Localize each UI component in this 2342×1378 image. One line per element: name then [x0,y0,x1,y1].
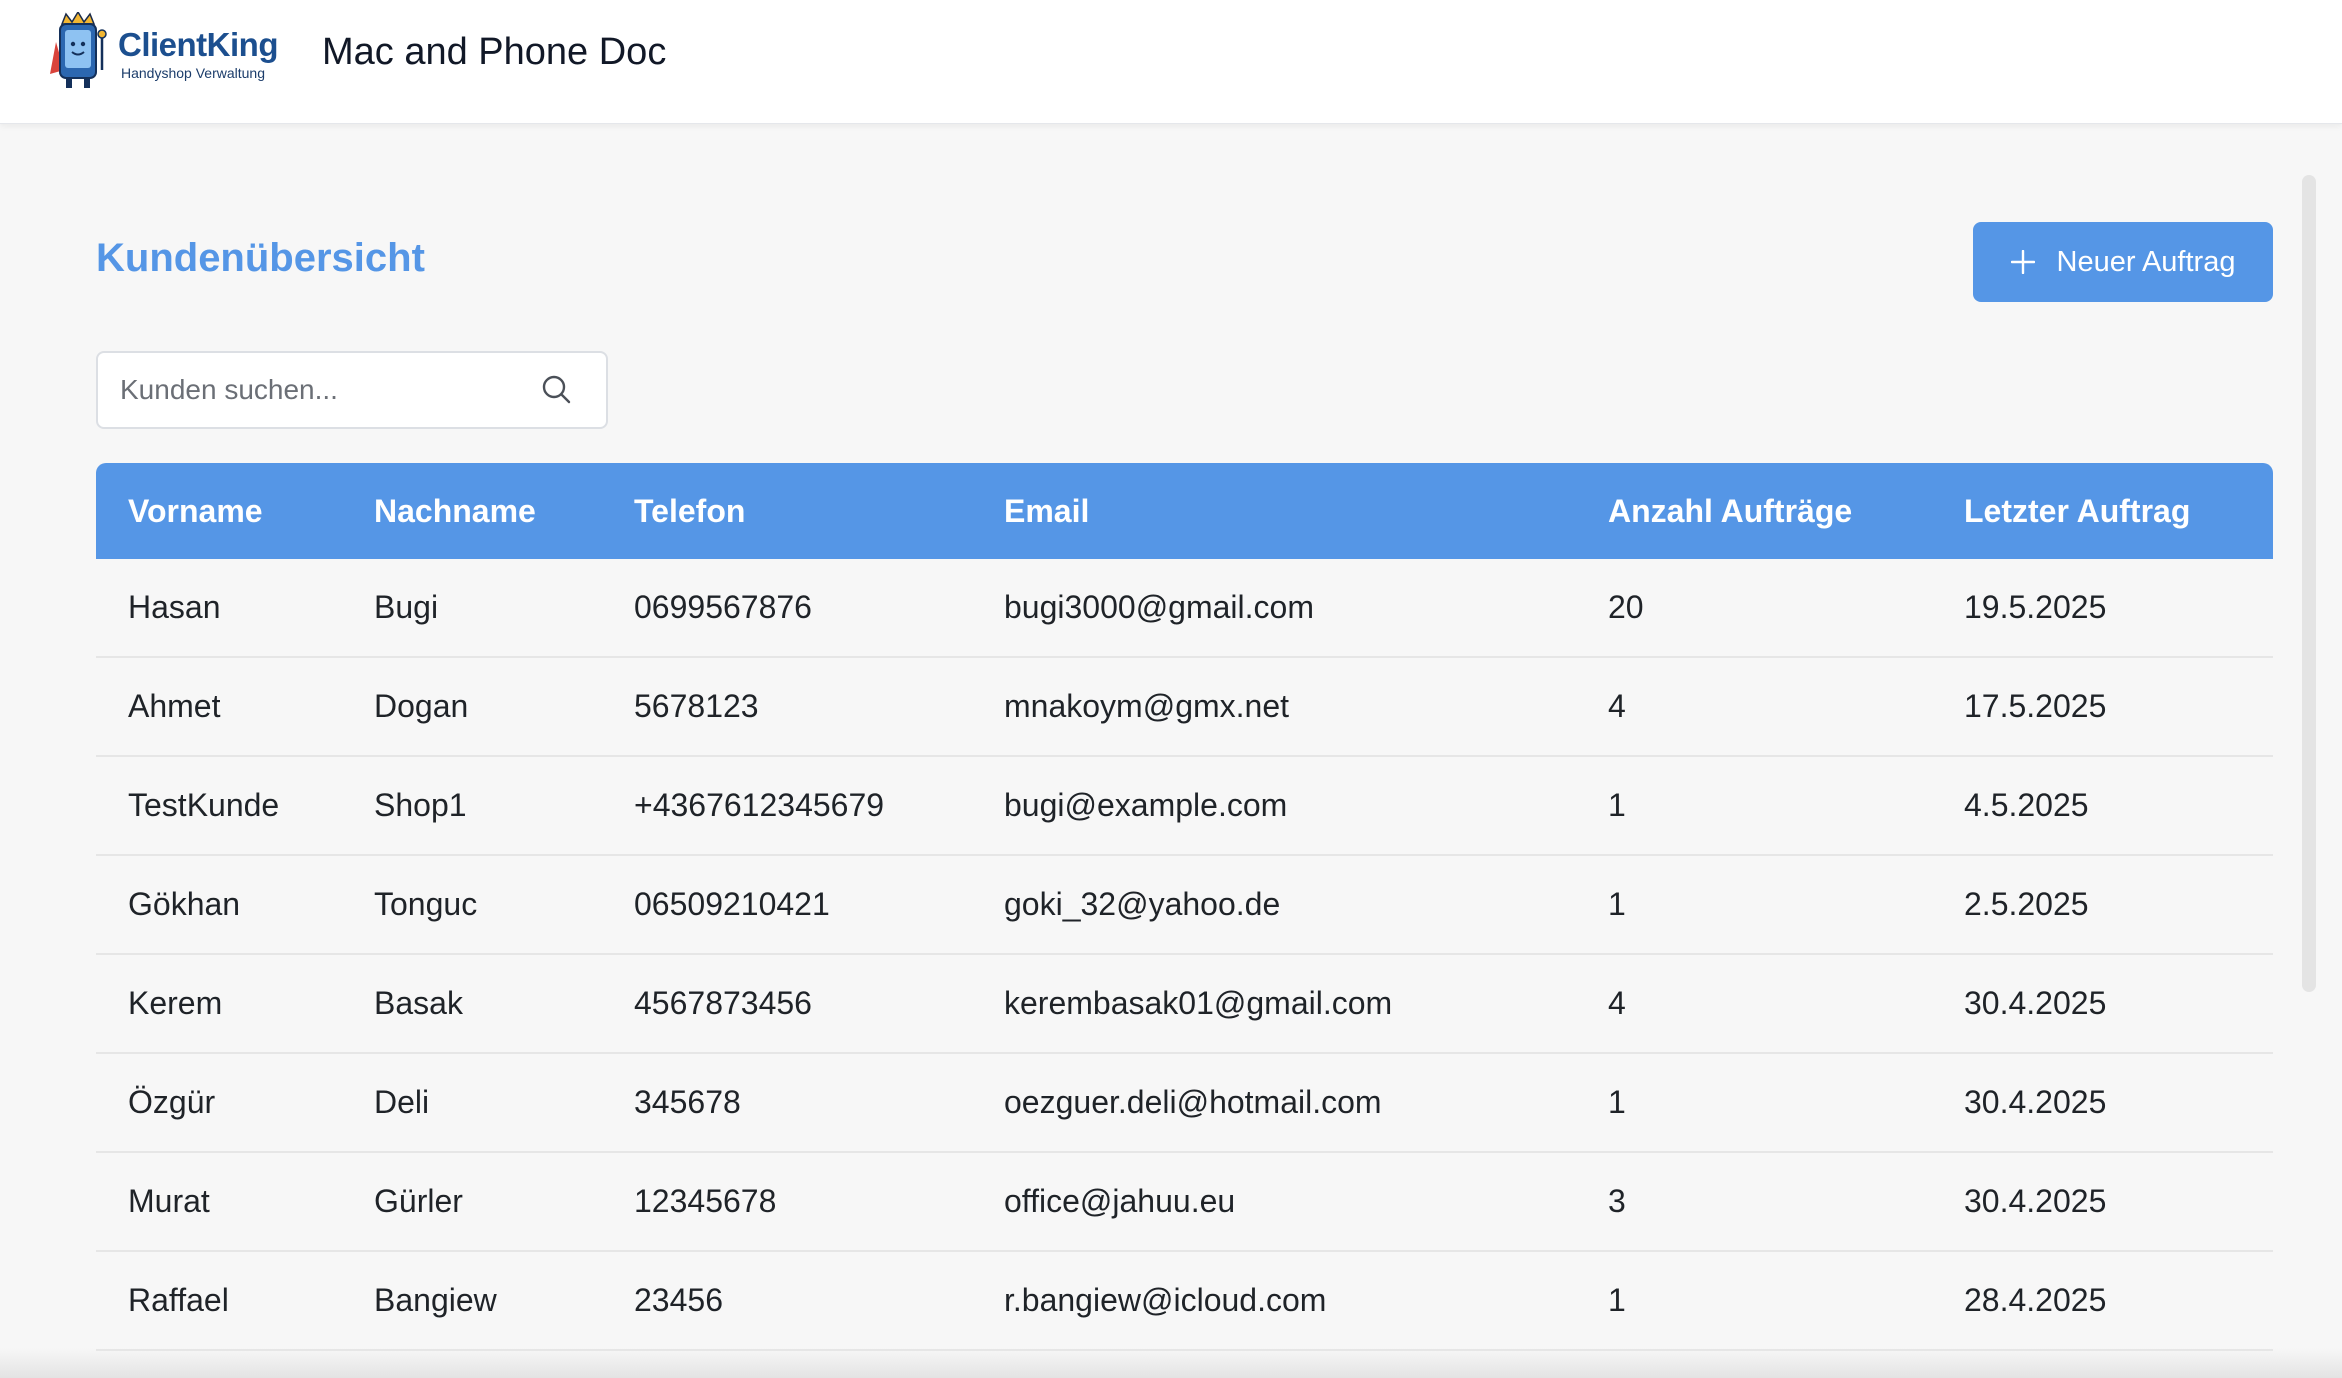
new-order-label: Neuer Auftrag [2056,245,2236,278]
cell-nachname: Basak [342,954,602,1054]
crowned-phone-mascot-icon [50,12,107,88]
cell-letzter-auftrag: 4.5.2025 [1932,756,2273,856]
cell-letzter-auftrag: 30.4.2025 [1932,1053,2273,1153]
table-row[interactable]: Özgür Deli 345678 oezguer.deli@hotmail.c… [96,1053,2273,1153]
column-header-anzahl-auftraege[interactable]: Anzahl Aufträge [1576,463,1932,559]
column-header-email[interactable]: Email [972,463,1576,559]
cell-telefon: 345678 [602,1053,972,1153]
cell-anzahl-auftraege: 3 [1576,1152,1932,1252]
customer-search[interactable] [96,351,608,429]
cell-anzahl-auftraege: 1 [1576,1251,1932,1351]
cell-nachname: Bangiew [342,1251,602,1351]
column-header-letzter-auftrag[interactable]: Letzter Auftrag [1932,463,2273,559]
table-row[interactable]: Gökhan Tonguc 06509210421 goki_32@yahoo.… [96,855,2273,955]
cell-vorname: Ahmet [96,657,342,757]
cell-email: bugi3000@gmail.com [972,559,1576,658]
cell-letzter-auftrag: 19.5.2025 [1932,559,2273,658]
top-header: ClientKing Handyshop Verwaltung Mac and … [0,0,2342,124]
cell-vorname: Gökhan [96,855,342,955]
cell-vorname: Kerem [96,954,342,1054]
cell-anzahl-auftraege: 20 [1576,559,1932,658]
cell-telefon: 5678123 [602,657,972,757]
cell-vorname: Özgür [96,1053,342,1153]
bottom-fade [0,1348,2342,1378]
cell-email: mnakoym@gmx.net [972,657,1576,757]
table-row[interactable]: TestKunde Shop1 +4367612345679 bugi@exam… [96,756,2273,856]
cell-vorname: Hasan [96,559,342,658]
search-icon[interactable] [540,373,574,407]
cell-letzter-auftrag: 17.5.2025 [1932,657,2273,757]
cell-anzahl-auftraege: 4 [1576,954,1932,1054]
cell-anzahl-auftraege: 1 [1576,756,1932,856]
cell-nachname: Shop1 [342,756,602,856]
plus-icon [2010,250,2035,274]
column-header-nachname[interactable]: Nachname [342,463,602,559]
brand-name: ClientKing [118,26,278,63]
cell-letzter-auftrag: 28.4.2025 [1932,1251,2273,1351]
cell-email: office@jahuu.eu [972,1152,1576,1252]
table-row[interactable]: Ahmet Dogan 5678123 mnakoym@gmx.net 4 17… [96,657,2273,757]
table-row[interactable]: Kerem Basak 4567873456 kerembasak01@gmai… [96,954,2273,1054]
shop-title: Mac and Phone Doc [322,31,667,73]
column-header-telefon[interactable]: Telefon [602,463,972,559]
cell-nachname: Dogan [342,657,602,757]
cell-anzahl-auftraege: 4 [1576,657,1932,757]
cell-vorname: TestKunde [96,756,342,856]
cell-nachname: Gürler [342,1152,602,1252]
cell-email: oezguer.deli@hotmail.com [972,1053,1576,1153]
cell-nachname: Deli [342,1053,602,1153]
customer-table: Vorname Nachname Telefon Email Anzahl Au… [96,463,2273,1351]
cell-vorname: Raffael [96,1251,342,1351]
cell-vorname: Murat [96,1152,342,1252]
cell-email: kerembasak01@gmail.com [972,954,1576,1054]
cell-letzter-auftrag: 30.4.2025 [1932,954,2273,1054]
cell-telefon: 06509210421 [602,855,972,955]
brand-logo[interactable]: ClientKing Handyshop Verwaltung [46,12,278,90]
brand-tagline: Handyshop Verwaltung [121,65,265,81]
table-header-row: Vorname Nachname Telefon Email Anzahl Au… [96,463,2273,559]
cell-email: r.bangiew@icloud.com [972,1251,1576,1351]
cell-nachname: Bugi [342,559,602,658]
new-order-button[interactable]: Neuer Auftrag [1973,222,2273,302]
table-row[interactable]: Murat Gürler 12345678 office@jahuu.eu 3 … [96,1152,2273,1252]
cell-email: bugi@example.com [972,756,1576,856]
cell-letzter-auftrag: 30.4.2025 [1932,1152,2273,1252]
cell-telefon: 4567873456 [602,954,972,1054]
column-header-vorname[interactable]: Vorname [96,463,342,559]
cell-nachname: Tonguc [342,855,602,955]
cell-anzahl-auftraege: 1 [1576,1053,1932,1153]
table-row[interactable]: Raffael Bangiew 23456 r.bangiew@icloud.c… [96,1251,2273,1351]
cell-telefon: +4367612345679 [602,756,972,856]
scrollbar-thumb[interactable] [2302,175,2316,992]
cell-telefon: 23456 [602,1251,972,1351]
page-title: Kundenübersicht [96,236,425,280]
search-input[interactable] [120,353,530,427]
cell-email: goki_32@yahoo.de [972,855,1576,955]
table-row[interactable]: Hasan Bugi 0699567876 bugi3000@gmail.com… [96,559,2273,658]
cell-telefon: 0699567876 [602,559,972,658]
cell-telefon: 12345678 [602,1152,972,1252]
cell-letzter-auftrag: 2.5.2025 [1932,855,2273,955]
cell-anzahl-auftraege: 1 [1576,855,1932,955]
